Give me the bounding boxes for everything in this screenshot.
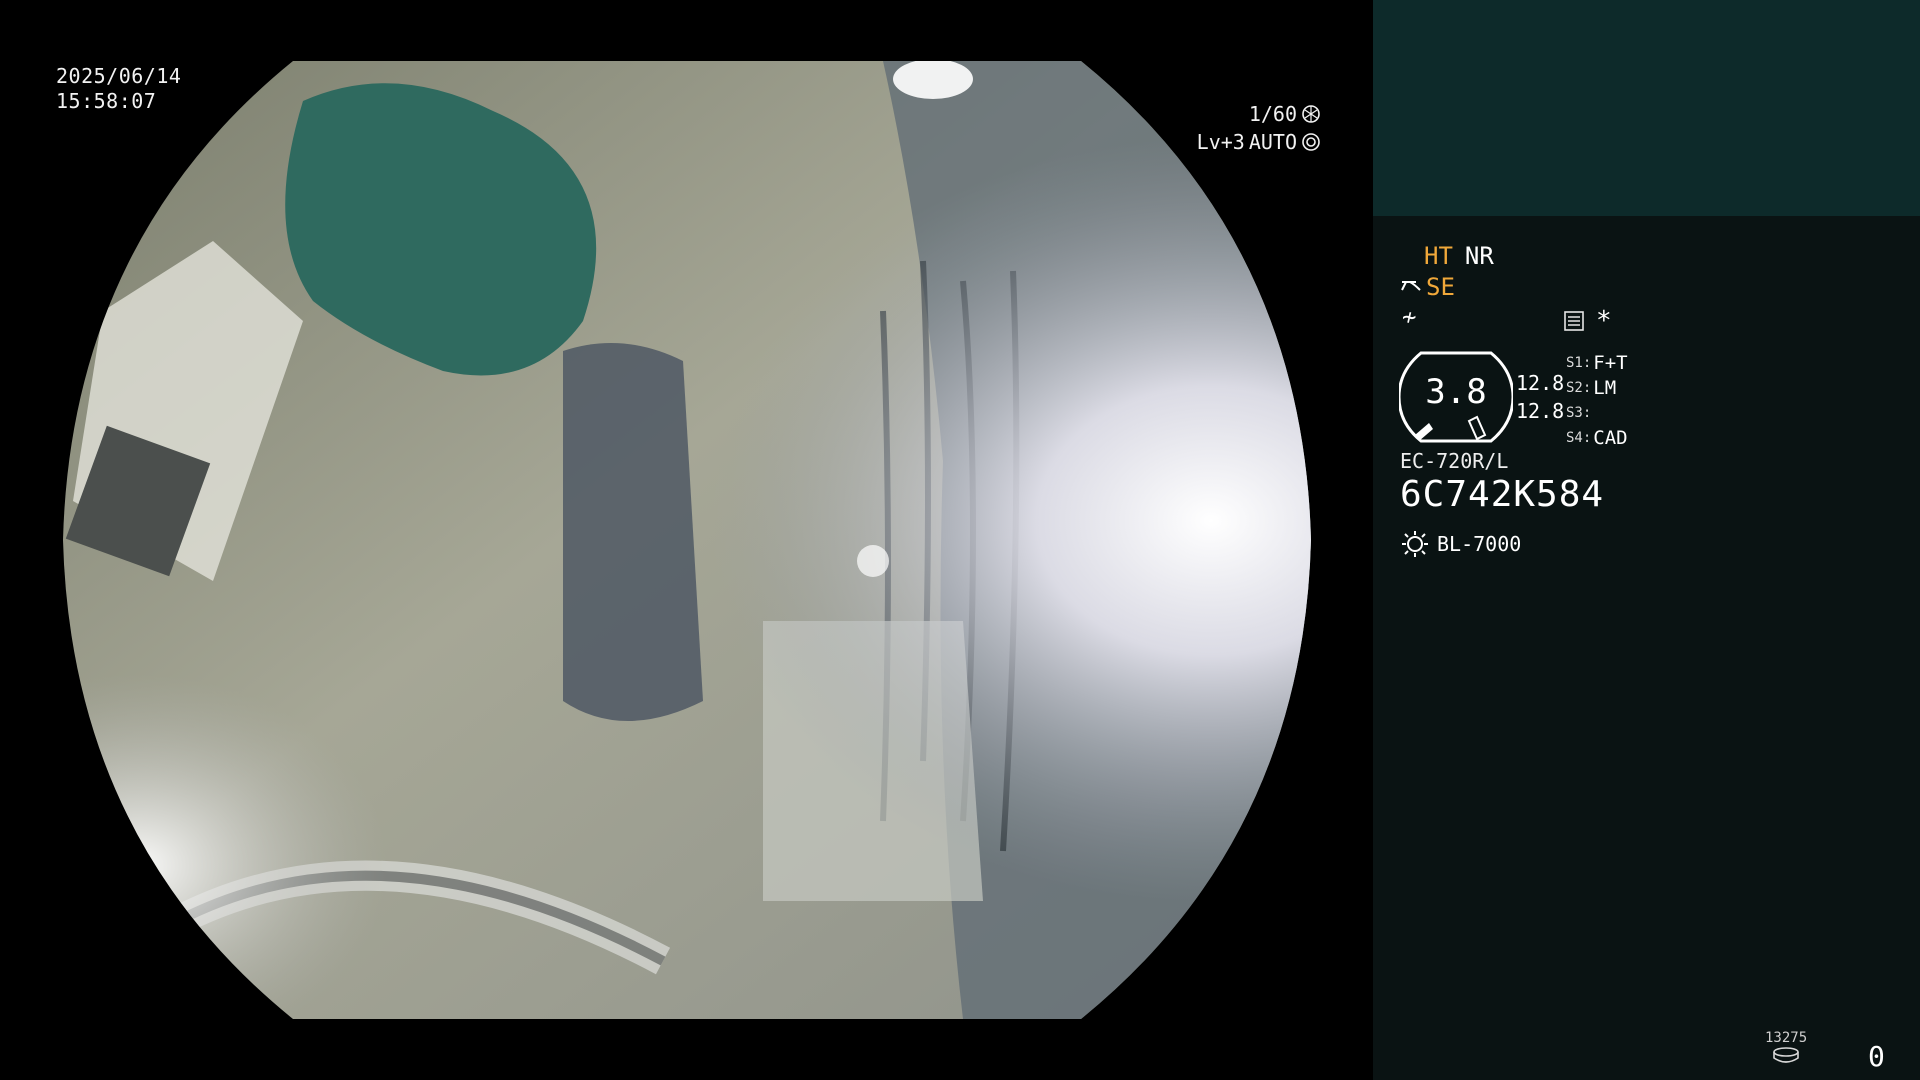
osd-level: Lv+3 xyxy=(1196,130,1245,154)
asterisk-indicator: * xyxy=(1596,306,1612,336)
se-row: SE xyxy=(1400,273,1455,301)
s4-value: CAD xyxy=(1593,426,1628,449)
storage-counter: 13275 xyxy=(1765,1030,1807,1068)
switch-s3: S3: xyxy=(1566,400,1593,425)
mode-symbol: ≁ xyxy=(1402,303,1417,331)
lamp-icon xyxy=(1402,531,1428,557)
settings-list-icon xyxy=(1564,311,1584,331)
osd-exposure-info: 1/60 Lv+3 AUTO xyxy=(53,100,1373,156)
s1-label: S1: xyxy=(1566,354,1592,371)
enhancement-row: HT NR xyxy=(1424,242,1494,270)
settings-row: * xyxy=(1564,306,1612,336)
switch-assignments: S1: F+T S2: LM S3: S4: CAD xyxy=(1566,350,1628,450)
osd-iris-mode: AUTO xyxy=(1248,130,1297,154)
switch-s4: S4: CAD xyxy=(1566,425,1628,450)
panel-top-block xyxy=(1373,0,1920,216)
ht-indicator: HT xyxy=(1424,242,1453,270)
count-right: 0 xyxy=(1868,1040,1885,1073)
gauge-value: 3.8 xyxy=(1425,372,1487,412)
scope-serial: 6C742K584 xyxy=(1400,474,1605,515)
light-source-row: BL-7000 xyxy=(1401,530,1521,558)
mode-symbol-row: ≁ xyxy=(1402,303,1416,331)
s1-value: F+T xyxy=(1593,351,1628,374)
switch-s1: S1: F+T xyxy=(1566,350,1628,375)
angle-icon xyxy=(1401,281,1421,291)
s4-label: S4: xyxy=(1566,429,1592,446)
osd-level-row: Lv+3 AUTO xyxy=(53,128,1321,156)
osd-shutter: 1/60 xyxy=(1248,102,1297,126)
s2-label: S2: xyxy=(1566,379,1592,396)
endoscope-video-area: 2025/06/14 15:58:07 1/60 Lv+3 AUTO xyxy=(0,0,1373,1080)
aperture-icon xyxy=(1302,105,1320,123)
readout-1: 12.8 xyxy=(1516,371,1565,395)
readouts: 12.8 12.8 xyxy=(1516,371,1564,423)
s3-label: S3: xyxy=(1566,404,1592,421)
readout-2: 12.8 xyxy=(1516,399,1565,423)
osd-date: 2025/06/14 xyxy=(56,64,182,88)
iris-icon xyxy=(1302,133,1320,151)
osd-shutter-row: 1/60 xyxy=(53,100,1321,128)
disk-icon xyxy=(1773,1047,1799,1063)
scope-model: EC-720R/L xyxy=(1400,449,1509,473)
counter-value: 13275 xyxy=(1765,1030,1808,1046)
nr-indicator: NR xyxy=(1464,242,1494,270)
se-indicator: SE xyxy=(1426,273,1455,301)
switch-s2: S2: LM xyxy=(1566,375,1616,400)
endoscope-view-image xyxy=(63,61,1311,1019)
s2-value: LM xyxy=(1593,376,1617,399)
light-source-model: BL-7000 xyxy=(1437,532,1522,556)
